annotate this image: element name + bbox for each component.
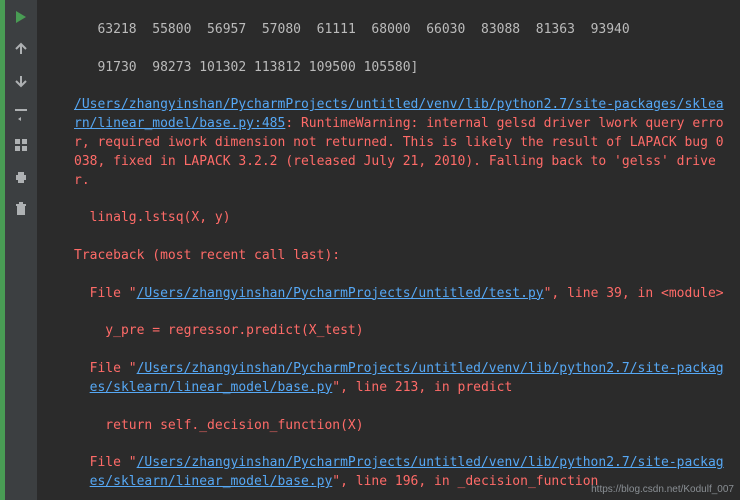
file-link[interactable]: /Users/zhangyinshan/PycharmProjects/unti…: [137, 286, 544, 301]
arrow-down-icon[interactable]: [12, 72, 30, 90]
run-tool-gutter: [5, 0, 37, 500]
soft-wrap-icon[interactable]: [12, 104, 30, 122]
traceback-frame: File "/Users/zhangyinshan/PycharmProject…: [74, 360, 730, 398]
print-icon[interactable]: [12, 168, 30, 186]
watermark: https://blog.csdn.net/Kodulf_007: [591, 483, 734, 498]
trash-icon[interactable]: [12, 200, 30, 218]
traceback-header: Traceback (most recent call last):: [74, 247, 730, 266]
arrow-up-icon[interactable]: [12, 40, 30, 58]
console-output[interactable]: 63218 55800 56957 57080 61111 68000 6603…: [38, 0, 740, 500]
scroll-to-end-icon[interactable]: [12, 136, 30, 154]
warning-code: linalg.lstsq(X, y): [74, 209, 730, 228]
traceback-code: return self._decision_function(X): [74, 417, 730, 436]
runtime-warning: /Users/zhangyinshan/PycharmProjects/unti…: [74, 96, 730, 190]
ide-run-panel: 63218 55800 56957 57080 61111 68000 6603…: [0, 0, 740, 500]
traceback-code: y_pre = regressor.predict(X_test): [74, 322, 730, 341]
output-numbers: 91730 98273 101302 113812 109500 105580]: [74, 59, 730, 78]
traceback-frame: File "/Users/zhangyinshan/PycharmProject…: [74, 285, 730, 304]
rerun-icon[interactable]: [12, 8, 30, 26]
output-numbers: 63218 55800 56957 57080 61111 68000 6603…: [74, 21, 730, 40]
